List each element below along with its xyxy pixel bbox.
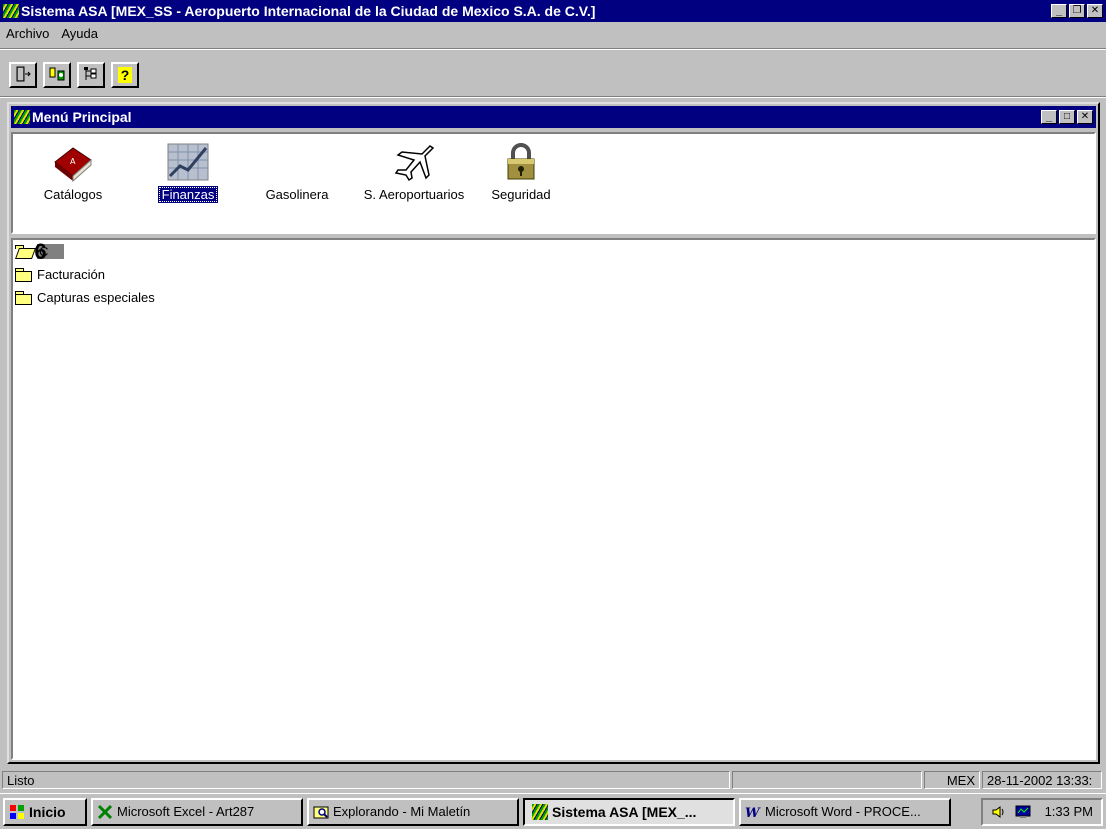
module-gasolinera[interactable]: Gasolinera [257, 134, 337, 203]
status-message: Listo [2, 771, 730, 789]
tree-button[interactable] [77, 62, 105, 88]
task-label: Microsoft Word - PROCE... [765, 804, 921, 819]
clock: 1:33 PM [1044, 804, 1093, 819]
start-label: Inicio [29, 803, 66, 820]
tree-icon [83, 66, 99, 85]
status-datetime: 28-11-2002 13:33: [982, 771, 1102, 789]
task-label: Sistema ASA [MEX_... [552, 803, 697, 820]
module-label: Seguridad [491, 187, 551, 202]
airplane-icon [392, 142, 436, 182]
app-title-bar[interactable]: Sistema ASA [MEX_SS - Aeropuerto Interna… [0, 0, 1106, 22]
padlock-icon [499, 142, 543, 182]
folder-icon [15, 291, 32, 305]
module-finanzas[interactable]: Finanzas [143, 134, 233, 203]
exit-door-icon [15, 66, 31, 85]
system-tray: 1:33 PM [980, 797, 1103, 826]
folder-open-icon [15, 245, 32, 258]
monitor-icon[interactable] [1015, 804, 1031, 820]
volume-icon[interactable] [991, 804, 1007, 820]
asa-window-icon [14, 110, 30, 124]
module-catalogos[interactable]: A Catálogos [33, 134, 113, 203]
word-icon: W [745, 806, 761, 820]
status-bar: Listo MEX 28-11-2002 13:33: [0, 769, 1106, 791]
start-button[interactable]: Inicio [3, 797, 87, 826]
menu-bar: Archivo Ayuda [0, 22, 1106, 44]
module-label: S. Aeroportuarios [363, 187, 465, 202]
book-icon: A [51, 142, 95, 183]
finance-chart-icon [166, 142, 210, 182]
task-label: Microsoft Excel - Art287 [117, 804, 255, 819]
main-menu-window: Menú Principal _ □ ✕ A Catálogos Finanza… [7, 102, 1100, 764]
status-blank [732, 771, 922, 789]
menu-archivo[interactable]: Archivo [0, 26, 55, 41]
minimize-button[interactable]: _ [1051, 4, 1067, 18]
task-word[interactable]: W Microsoft Word - PROCE... [739, 797, 951, 826]
help-icon: ? [117, 67, 133, 83]
explorer-icon [313, 806, 329, 818]
module-label: Catálogos [43, 187, 103, 202]
close-button[interactable]: ✕ [1087, 4, 1103, 18]
tree-item-label: Capturas especiales [37, 290, 155, 305]
mdi-minimize-button[interactable]: _ [1041, 110, 1057, 124]
connect-button[interactable] [43, 62, 71, 88]
main-menu-title-bar[interactable]: Menú Principal _ □ ✕ [11, 106, 1096, 128]
taskbar: Inicio Microsoft Excel - Art287 Exploran… [0, 793, 1106, 829]
help-button[interactable]: ? [111, 62, 139, 88]
module-label: Finanzas [157, 186, 219, 203]
module-label: Gasolinera [265, 187, 329, 202]
module-s-aeroportuarios[interactable]: S. Aeroportuarios [349, 134, 479, 203]
task-excel[interactable]: Microsoft Excel - Art287 [91, 797, 303, 826]
folder-icon [15, 268, 32, 282]
tree-item-c[interactable]: C 6 [13, 238, 1094, 264]
task-sistema-asa[interactable]: Sistema ASA [MEX_... [523, 797, 735, 826]
svg-text:W: W [745, 806, 761, 820]
status-station: MEX [924, 771, 980, 789]
asa-app-icon[interactable] [3, 4, 19, 18]
windows-logo-icon [10, 804, 24, 819]
module-panel: A Catálogos Finanzas Gasolinera S. Aerop… [11, 132, 1096, 234]
task-explorer[interactable]: Explorando - Mi Maletín [307, 797, 519, 826]
tree-item-label: Facturación [37, 267, 105, 282]
connect-icon [49, 66, 65, 85]
mdi-maximize-button[interactable]: □ [1059, 110, 1075, 124]
main-menu-title: Menú Principal [32, 109, 132, 125]
window-title: Sistema ASA [MEX_SS - Aeropuerto Interna… [21, 3, 596, 19]
step-number-badge: 6 [34, 238, 47, 264]
asa-app-icon [532, 803, 548, 820]
module-seguridad[interactable]: Seguridad [481, 134, 561, 203]
tree-item-facturacion[interactable]: Facturación [13, 263, 1094, 286]
svg-text:A: A [70, 157, 76, 166]
menu-ayuda[interactable]: Ayuda [55, 26, 104, 41]
module-tree: C 6 Facturación Capturas especiales [11, 238, 1096, 760]
excel-icon [97, 804, 113, 819]
mdi-close-button[interactable]: ✕ [1077, 110, 1093, 124]
toolbar: ? [0, 58, 139, 92]
restore-button[interactable]: ❐ [1069, 4, 1085, 18]
task-label: Explorando - Mi Maletín [333, 804, 471, 819]
exit-button[interactable] [9, 62, 37, 88]
tree-item-capturas-especiales[interactable]: Capturas especiales [13, 286, 1094, 309]
